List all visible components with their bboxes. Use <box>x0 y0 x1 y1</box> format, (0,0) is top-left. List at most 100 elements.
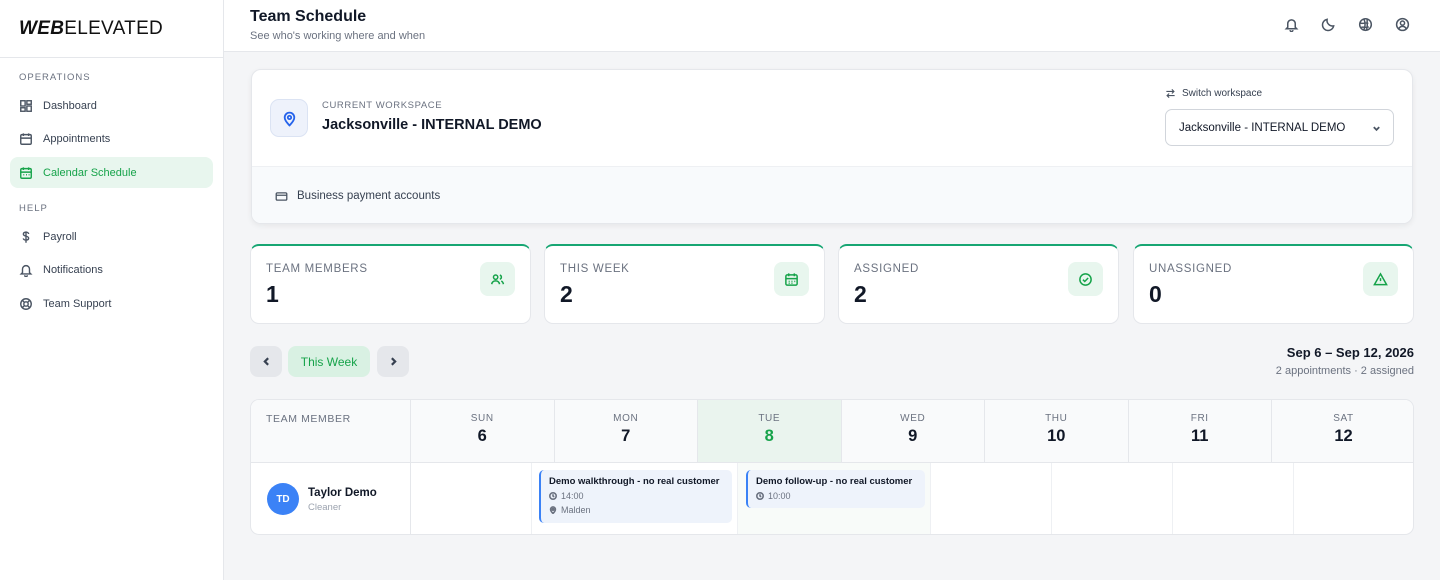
stat-value: 0 <box>1149 281 1162 307</box>
sidebar-item-dashboard[interactable]: Dashboard <box>10 90 213 121</box>
stat-value: 2 <box>854 281 867 307</box>
page-subtitle: See who's working where and when <box>250 30 426 42</box>
stat-icon-badge <box>1363 262 1398 296</box>
switch-workspace-text: Switch workspace <box>1182 88 1263 99</box>
calendar-schedule-icon <box>20 166 32 179</box>
logo-bold: WEB <box>19 17 65 39</box>
stat-icon-badge <box>480 262 515 296</box>
workspace-card: CURRENT WORKSPACE Jacksonville - INTERNA… <box>251 69 1413 224</box>
avatar: TD <box>267 483 299 515</box>
day-header-mon: MON 7 <box>555 400 698 462</box>
appointment-title: Demo follow-up - no real customer <box>756 476 913 487</box>
sidebar-item-label: Dashboard <box>43 99 97 112</box>
day-number: 10 <box>1047 427 1066 445</box>
day-cell-wed[interactable] <box>931 463 1052 534</box>
appointment-card[interactable]: Demo walkthrough - no real customer 14:0… <box>539 470 732 523</box>
chevron-down-icon <box>1373 126 1380 132</box>
week-range-summary: 2 appointments · 2 assigned <box>1275 365 1414 377</box>
team-member-cell[interactable]: TD Taylor Demo Cleaner <box>251 463 411 534</box>
prev-week-button[interactable] <box>250 346 282 377</box>
appointment-title: Demo walkthrough - no real customer <box>549 476 720 487</box>
day-cell-sun[interactable] <box>411 463 532 534</box>
day-number: 9 <box>908 427 918 445</box>
workspace-select[interactable]: Jacksonville - INTERNAL DEMO <box>1165 109 1394 146</box>
day-number: 7 <box>621 427 631 445</box>
nav-section-operations: OPERATIONS Dashboard Appointments Calend… <box>0 72 223 188</box>
brand-logo[interactable]: WEBELEVATED <box>0 0 223 58</box>
appointment-time-text: 14:00 <box>561 491 584 501</box>
stat-icon-badge <box>1068 262 1103 296</box>
credit-card-icon <box>275 191 288 201</box>
day-name: SUN <box>470 413 494 424</box>
day-header-sun: SUN 6 <box>411 400 555 462</box>
workspace-pin-badge <box>270 99 308 137</box>
stat-label: ASSIGNED <box>854 263 920 275</box>
appointment-time: 14:00 <box>549 491 732 501</box>
calendar-header-row: TEAM MEMBER SUN 6 MON 7 TUE 8 WED 9 THU … <box>251 400 1413 463</box>
bell-icon[interactable] <box>1284 17 1299 32</box>
next-week-button[interactable] <box>377 346 409 377</box>
day-name: MON <box>613 413 639 424</box>
day-header-tue: TUE 8 <box>698 400 842 462</box>
sidebar-item-team-support[interactable]: Team Support <box>10 288 213 319</box>
header-actions <box>1284 17 1410 32</box>
appointment-time: 10:00 <box>756 491 925 501</box>
logo-light: ELEVATED <box>64 17 164 39</box>
day-number: 12 <box>1334 427 1353 445</box>
sidebar-item-label: Appointments <box>43 133 111 145</box>
nav-heading: OPERATIONS <box>19 72 91 83</box>
day-number: 11 <box>1191 427 1209 445</box>
day-name: FRI <box>1190 413 1209 424</box>
user-circle-icon[interactable] <box>1395 17 1410 32</box>
business-payment-accounts-link[interactable]: Business payment accounts <box>252 166 1412 223</box>
stat-card-assigned: ASSIGNED 2 <box>838 244 1119 324</box>
page-title: Team Schedule <box>250 8 367 25</box>
clock-icon <box>549 492 557 500</box>
day-name: WED <box>900 413 926 424</box>
appointment-location: Malden <box>549 505 732 515</box>
this-week-button[interactable]: This Week <box>288 346 370 377</box>
sidebar-item-payroll[interactable]: Payroll <box>10 221 213 252</box>
chevron-left-icon <box>262 357 269 366</box>
day-number: 8 <box>764 427 774 445</box>
dashboard-icon <box>20 99 32 112</box>
team-member-role: Cleaner <box>308 502 342 513</box>
day-cell-sat[interactable] <box>1294 463 1413 534</box>
day-name: THU <box>1045 413 1068 424</box>
map-pin-icon <box>283 111 295 127</box>
team-member-column-header: TEAM MEMBER <box>251 400 411 462</box>
sidebar: WEBELEVATED OPERATIONS Dashboard Appoint… <box>0 0 224 580</box>
stat-icon-badge <box>774 262 809 296</box>
nav-section-help: HELP Payroll Notifications Team Support <box>0 203 223 319</box>
sidebar-item-appointments[interactable]: Appointments <box>10 124 213 155</box>
team-member-name: Taylor Demo <box>308 487 377 499</box>
globe-icon[interactable] <box>1358 17 1373 32</box>
dollar-icon <box>22 230 30 243</box>
day-cell-fri[interactable] <box>1173 463 1294 534</box>
stat-value: 1 <box>266 281 279 307</box>
stat-card-unassigned: UNASSIGNED 0 <box>1133 244 1414 324</box>
week-range-title: Sep 6 – Sep 12, 2026 <box>1286 345 1414 360</box>
sidebar-item-label: Notifications <box>43 264 103 276</box>
sidebar-item-calendar-schedule[interactable]: Calendar Schedule <box>10 157 213 188</box>
top-header: Team Schedule See who's working where an… <box>224 0 1440 52</box>
appointment-card[interactable]: Demo follow-up - no real customer 10:00 <box>746 470 925 508</box>
stat-label: THIS WEEK <box>560 263 630 275</box>
day-cell-thu[interactable] <box>1052 463 1173 534</box>
users-icon <box>490 273 505 284</box>
stat-value: 2 <box>560 281 573 307</box>
appointment-time-text: 10:00 <box>768 491 791 501</box>
stat-card-this-week: THIS WEEK 2 <box>544 244 825 324</box>
schedule-calendar: TEAM MEMBER SUN 6 MON 7 TUE 8 WED 9 THU … <box>250 399 1414 535</box>
day-name: TUE <box>758 413 781 424</box>
map-pin-icon <box>549 506 557 514</box>
workspace-card-top: CURRENT WORKSPACE Jacksonville - INTERNA… <box>252 70 1412 166</box>
moon-icon[interactable] <box>1321 17 1336 32</box>
sidebar-item-notifications[interactable]: Notifications <box>10 255 213 286</box>
stat-label: UNASSIGNED <box>1149 263 1233 275</box>
swap-icon <box>1166 88 1175 99</box>
calendar-icon <box>785 272 798 286</box>
stat-card-team-members: TEAM MEMBERS 1 <box>250 244 531 324</box>
clock-icon <box>756 492 764 500</box>
day-number: 6 <box>477 427 487 445</box>
